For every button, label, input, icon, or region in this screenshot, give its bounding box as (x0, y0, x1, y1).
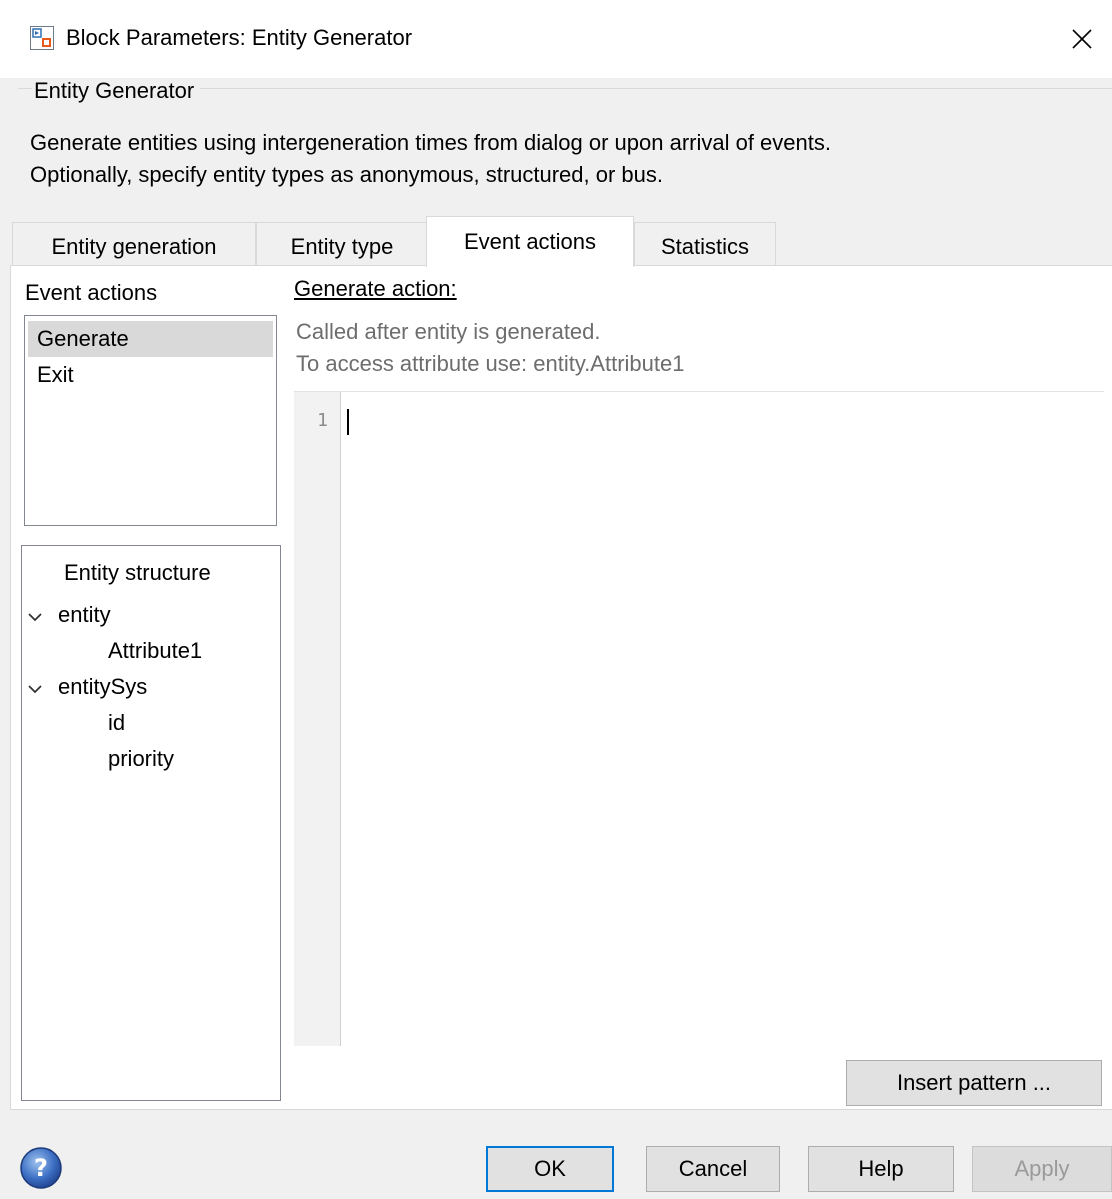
ok-button[interactable]: OK (486, 1146, 614, 1192)
title-bar: Block Parameters: Entity Generator (0, 0, 1112, 78)
tree-node-entity[interactable]: entity (28, 602, 111, 628)
event-actions-list[interactable]: Generate Exit (24, 315, 277, 526)
tree-leaf-attribute1[interactable]: Attribute1 (108, 638, 202, 664)
hint-line-1: Called after entity is generated. (296, 319, 601, 344)
tab-entity-generation[interactable]: Entity generation (12, 222, 256, 265)
generate-action-hint: Called after entity is generated. To acc… (296, 316, 684, 380)
block-description: Generate entities using intergeneration … (30, 127, 831, 191)
tree-leaf-id[interactable]: id (108, 710, 125, 736)
close-button[interactable] (1052, 0, 1112, 78)
event-actions-label: Event actions (25, 280, 158, 305)
entity-structure-title: Entity structure (64, 560, 211, 585)
apply-button[interactable]: Apply (972, 1146, 1112, 1192)
window-title: Block Parameters: Entity Generator (66, 25, 413, 50)
close-icon (1072, 29, 1092, 49)
line-number-gutter: 1 (294, 392, 341, 1046)
insert-pattern-button[interactable]: Insert pattern ... (846, 1060, 1102, 1106)
tab-statistics[interactable]: Statistics (634, 222, 776, 265)
tree-node-label: entitySys (58, 674, 148, 699)
tree-node-entitysys[interactable]: entitySys (28, 674, 147, 700)
tab-entity-type[interactable]: Entity type (256, 222, 428, 265)
generate-action-label: Generate action: (294, 276, 457, 301)
description-line-2: Optionally, specify entity types as anon… (30, 162, 664, 187)
entity-structure-tree[interactable]: Entity structure entity Attribute1 entit… (21, 545, 281, 1101)
line-number: 1 (317, 410, 328, 431)
tab-event-actions[interactable]: Event actions (426, 216, 634, 267)
chevron-down-icon[interactable] (28, 602, 58, 628)
event-action-generate[interactable]: Generate (28, 321, 273, 357)
text-caret (347, 409, 349, 435)
svg-text:?: ? (34, 1154, 48, 1182)
help-icon[interactable]: ? (19, 1146, 63, 1190)
cancel-button[interactable]: Cancel (646, 1146, 780, 1192)
group-title: Entity Generator (32, 78, 201, 104)
block-app-icon (30, 26, 54, 50)
tree-leaf-priority[interactable]: priority (108, 746, 174, 772)
help-button[interactable]: Help (808, 1146, 954, 1192)
event-action-exit[interactable]: Exit (28, 357, 273, 393)
chevron-down-icon[interactable] (28, 674, 58, 700)
hint-line-2: To access attribute use: entity.Attribut… (296, 351, 685, 376)
description-line-1: Generate entities using intergeneration … (30, 130, 831, 155)
code-editor[interactable]: 1 (294, 391, 1104, 1046)
tree-node-label: entity (58, 602, 111, 627)
